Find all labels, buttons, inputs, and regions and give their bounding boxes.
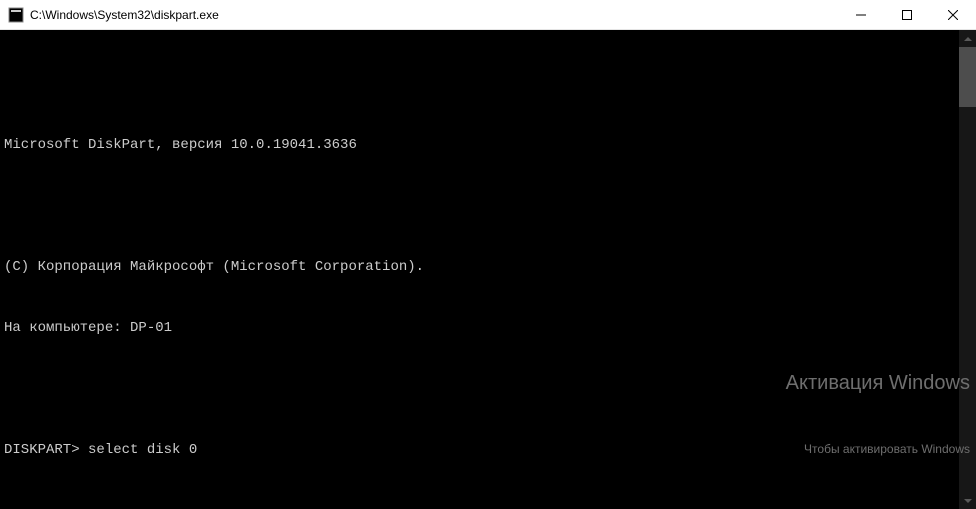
scroll-down-button[interactable] [959,492,976,509]
terminal-content: Microsoft DiskPart, версия 10.0.19041.36… [4,34,959,509]
window-controls [838,0,976,29]
app-icon [8,7,24,23]
terminal-line: (C) Корпорация Майкрософт (Microsoft Cor… [4,257,959,277]
scroll-up-button[interactable] [959,30,976,47]
terminal-line [4,196,959,216]
terminal-line [4,379,959,399]
titlebar: C:\Windows\System32\diskpart.exe [0,0,976,30]
close-button[interactable] [930,0,976,30]
terminal-line [4,501,959,509]
terminal-line: На компьютере: DP-01 [4,318,959,338]
terminal-line [4,75,959,95]
window-title: C:\Windows\System32\diskpart.exe [30,8,838,22]
terminal-line: Microsoft DiskPart, версия 10.0.19041.36… [4,135,959,155]
minimize-button[interactable] [838,0,884,30]
terminal[interactable]: Microsoft DiskPart, версия 10.0.19041.36… [0,30,976,509]
terminal-line: DISKPART> select disk 0 [4,440,959,460]
scroll-thumb[interactable] [959,47,976,107]
scrollbar[interactable] [959,30,976,509]
maximize-button[interactable] [884,0,930,30]
scroll-track[interactable] [959,47,976,492]
